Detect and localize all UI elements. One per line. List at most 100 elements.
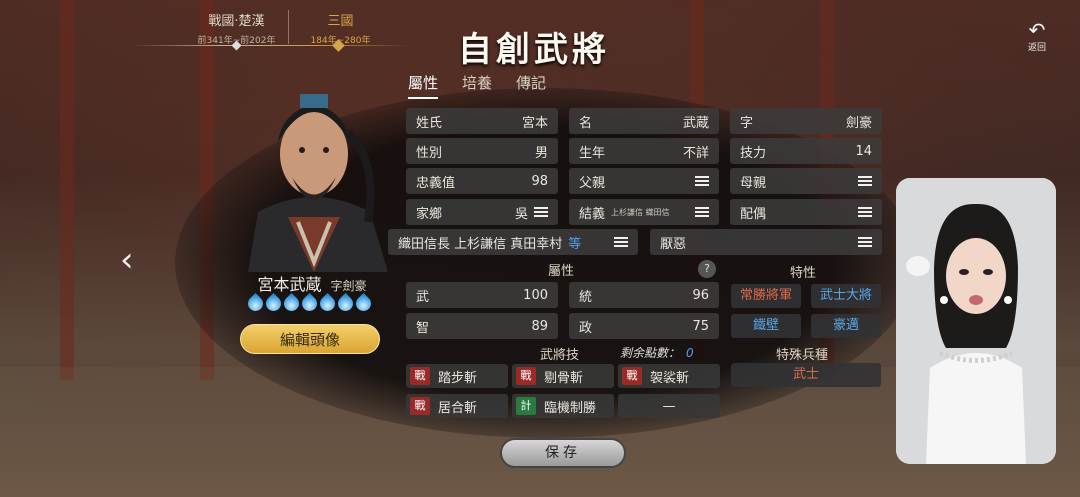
skill-slot[interactable]: 戰 袈裟斬 — [618, 364, 720, 388]
father-field[interactable]: 父親 — [569, 168, 719, 194]
special-troop-value[interactable]: 武士 — [731, 363, 881, 387]
field-label: 性別 — [416, 145, 443, 161]
field-value: 武蔵 — [682, 115, 709, 131]
era-selector: 戰國·楚漢 前341年~前202年 三國 184年~280年 — [185, 6, 392, 48]
field-label: 家鄉 — [416, 206, 443, 222]
stat-value: 75 — [692, 318, 709, 334]
skill-label: — — [662, 398, 676, 414]
star-icon — [334, 292, 357, 315]
star-icon — [316, 292, 339, 315]
skill-slot[interactable]: 計 臨機制勝 — [512, 394, 614, 418]
field-label: 忠義值 — [416, 175, 456, 191]
skill-slot-empty[interactable]: — — [618, 394, 720, 418]
stat-politics: 政 75 — [569, 313, 719, 339]
trait-item[interactable]: 豪邁 — [811, 314, 881, 338]
special-troop-heading: 特殊兵種 — [776, 348, 829, 363]
remaining-value: 0 — [686, 346, 694, 360]
field-label: 母親 — [740, 175, 767, 191]
friends-field[interactable]: 織田信長 上杉謙信 真田幸村 等 — [388, 229, 638, 255]
field-value: 14 — [855, 143, 872, 159]
skill-slot[interactable]: 戰 居合斬 — [406, 394, 508, 418]
star-icon — [352, 292, 375, 315]
star-rating — [244, 292, 375, 315]
menu-icon[interactable] — [858, 236, 872, 248]
field-value: 劍豪 — [845, 115, 872, 131]
edit-avatar-button[interactable]: 編輯頭像 — [240, 324, 380, 354]
menu-icon[interactable] — [858, 175, 872, 187]
menu-icon[interactable] — [614, 236, 628, 248]
spouse-field[interactable]: 配偶 — [730, 199, 882, 225]
skill-tag: 戰 — [410, 397, 430, 415]
field-value: 宮本 — [521, 115, 548, 131]
field-label: 生年 — [579, 145, 606, 161]
field-label: 字 — [740, 115, 754, 131]
field-value: 吳 — [514, 206, 528, 222]
skill-slot[interactable]: 戰 剔骨斬 — [512, 364, 614, 388]
stat-label: 政 — [579, 320, 593, 336]
loyalty-field[interactable]: 忠義值 98 — [406, 168, 558, 194]
skill-label: 剔骨斬 — [544, 370, 584, 386]
field-value: 上杉謙信 織田信 — [611, 207, 670, 217]
field-label: 名 — [579, 115, 593, 131]
menu-icon[interactable] — [534, 206, 548, 218]
remaining-label: 剩余點數： — [620, 346, 681, 360]
attributes-heading: 屬性 — [548, 264, 575, 279]
dislike-field[interactable]: 厭惡 — [650, 229, 882, 255]
tab-biography[interactable]: 傳記 — [516, 72, 546, 99]
era-title: 戰國·楚漢 — [208, 14, 265, 29]
stat-command: 統 96 — [569, 282, 719, 308]
skill-label: 居合斬 — [438, 400, 478, 416]
field-label: 姓氏 — [416, 115, 443, 131]
menu-icon[interactable] — [695, 206, 709, 218]
skill-label: 踏步斬 — [438, 370, 478, 386]
trait-item[interactable]: 常勝將軍 — [731, 284, 801, 308]
given-name-field[interactable]: 名 武蔵 — [569, 108, 719, 134]
field-value: 98 — [531, 173, 548, 189]
skill-tag: 戰 — [622, 367, 642, 385]
webcam-overlay — [896, 178, 1056, 464]
skill-label: 袈裟斬 — [650, 370, 690, 386]
hometown-field[interactable]: 家鄉 吳 — [406, 199, 558, 225]
trait-item[interactable]: 鐵壁 — [731, 314, 801, 338]
stat-label: 武 — [416, 289, 430, 305]
field-suffix: 等 — [568, 236, 582, 252]
birth-year-field[interactable]: 生年 不詳 — [569, 138, 719, 164]
previous-arrow-icon[interactable]: ‹ — [120, 243, 134, 277]
star-icon — [280, 292, 303, 315]
general-zi: 字劍豪 — [330, 279, 367, 293]
surname-field[interactable]: 姓氏 宮本 — [406, 108, 558, 134]
sworn-sibling-field[interactable]: 結義 上杉謙信 織田信 — [569, 199, 719, 225]
star-icon — [298, 292, 321, 315]
general-portrait — [228, 72, 400, 272]
back-button[interactable]: ↶ 返回 — [1020, 20, 1054, 53]
stat-label: 智 — [416, 320, 430, 336]
field-label: 父親 — [579, 175, 606, 191]
style-name-field[interactable]: 字 劍豪 — [730, 108, 882, 134]
stat-intellect: 智 89 — [406, 313, 558, 339]
tab-training[interactable]: 培養 — [462, 72, 492, 99]
field-value: 不詳 — [682, 145, 709, 161]
stat-label: 統 — [579, 289, 593, 305]
star-icon — [244, 292, 267, 315]
help-icon[interactable]: ? — [698, 260, 716, 278]
field-value: 男 — [534, 145, 548, 161]
tab-attributes[interactable]: 屬性 — [408, 72, 439, 99]
era-title: 三國 — [327, 14, 354, 29]
gender-field[interactable]: 性別 男 — [406, 138, 558, 164]
trait-item[interactable]: 武士大將 — [811, 284, 881, 308]
remaining-points: 剩余點數： 0 — [620, 344, 694, 361]
stat-value: 89 — [531, 318, 548, 334]
menu-icon[interactable] — [695, 175, 709, 187]
skills-heading: 武將技 — [540, 348, 580, 363]
menu-icon[interactable] — [858, 206, 872, 218]
skill-tag: 計 — [516, 397, 536, 415]
page-title: 自創武將 — [458, 30, 610, 70]
stat-force: 武 100 — [406, 282, 558, 308]
save-button[interactable]: 保存 — [500, 438, 626, 468]
skill-tag: 戰 — [410, 367, 430, 385]
tab-bar: 屬性 培養 傳記 — [408, 72, 546, 99]
skill-slot[interactable]: 戰 踏步斬 — [406, 364, 508, 388]
mother-field[interactable]: 母親 — [730, 168, 882, 194]
star-icon — [262, 292, 285, 315]
return-arrow-icon: ↶ — [1028, 18, 1046, 42]
